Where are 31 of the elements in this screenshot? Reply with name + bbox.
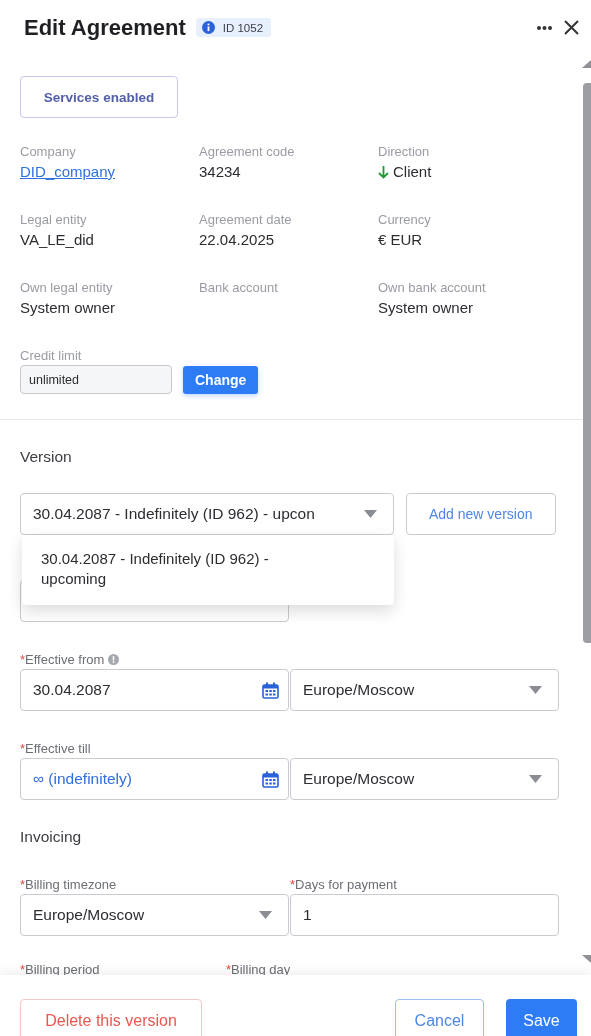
field-label: Effective till bbox=[25, 740, 91, 756]
info-label: Currency bbox=[378, 211, 432, 229]
required-mark: * bbox=[20, 876, 26, 892]
required-mark: * bbox=[20, 961, 26, 975]
info-label: Bank account bbox=[199, 279, 279, 297]
info-label: Agreement code bbox=[199, 143, 296, 161]
field-label: Credit limit bbox=[20, 347, 83, 365]
info-value: 22.04.2025 bbox=[199, 230, 275, 250]
info-value: 34234 bbox=[199, 162, 241, 182]
info-label: Company bbox=[20, 143, 77, 161]
info-label: Direction bbox=[378, 143, 431, 161]
field-label: Billing timezone bbox=[25, 876, 117, 892]
info-label: Own bank account bbox=[378, 279, 487, 297]
info-label: Own legal entity bbox=[20, 279, 114, 297]
field-label: Effective from bbox=[25, 651, 105, 667]
info-value: System owner bbox=[20, 298, 116, 318]
dialog-title: Edit Agreement bbox=[24, 14, 186, 41]
field-label: Days for payment bbox=[295, 876, 397, 892]
info-value: System owner bbox=[378, 298, 474, 318]
info-label: Agreement date bbox=[199, 211, 293, 229]
required-mark: * bbox=[20, 740, 26, 756]
section-title: Invoicing bbox=[20, 827, 83, 847]
section-title: Version bbox=[20, 447, 73, 467]
required-mark: * bbox=[290, 876, 296, 892]
id-badge: ID 1052 bbox=[195, 18, 272, 37]
info-value: € EUR bbox=[378, 230, 423, 250]
info-label: Legal entity bbox=[20, 211, 88, 229]
required-mark: * bbox=[20, 651, 26, 667]
required-mark: * bbox=[226, 961, 232, 975]
info-value: Client bbox=[393, 162, 432, 182]
info-value: VA_LE_did bbox=[20, 230, 94, 250]
